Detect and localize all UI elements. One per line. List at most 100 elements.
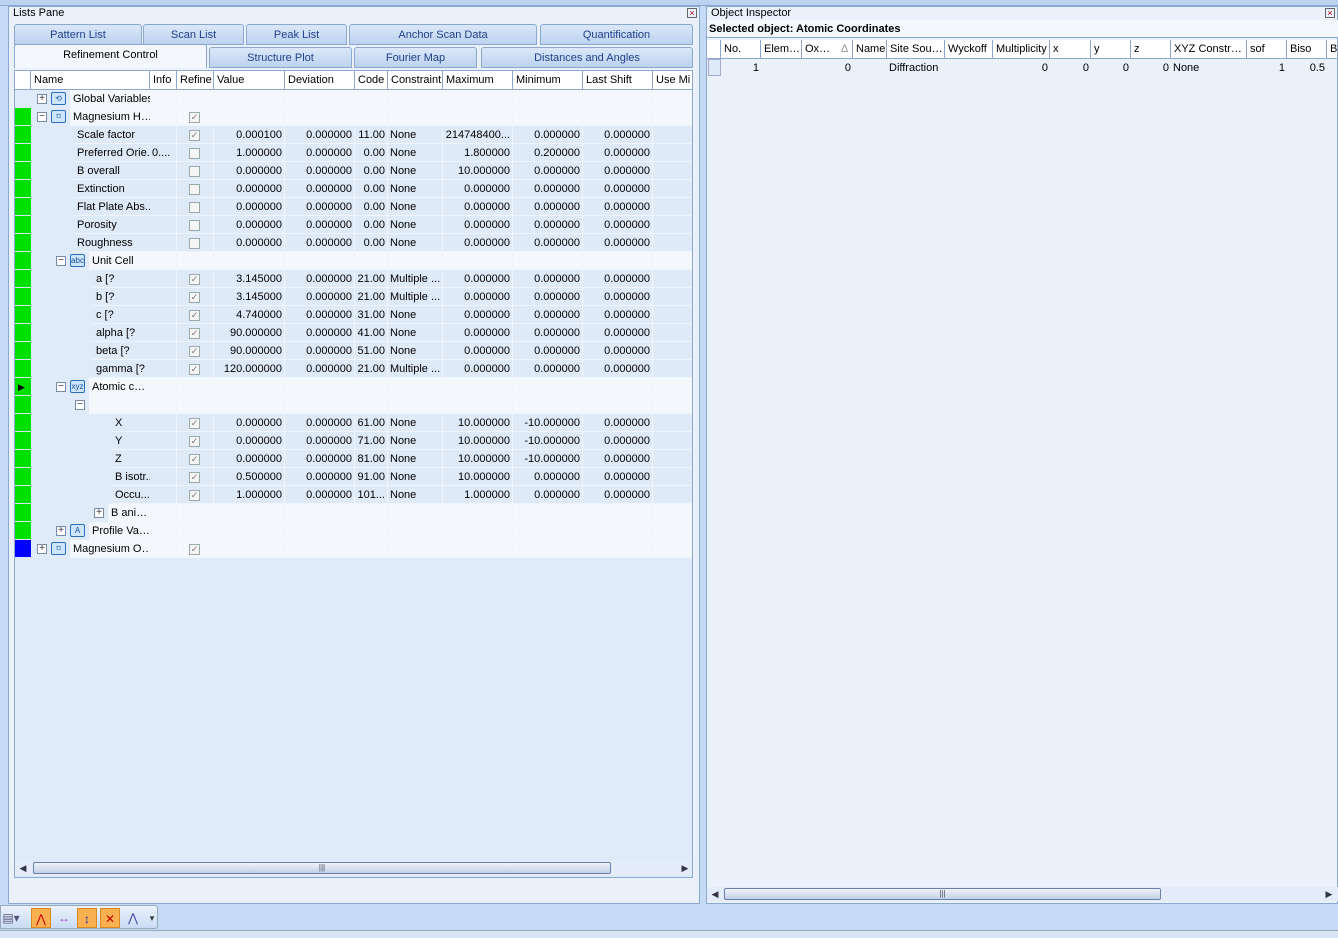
close-icon[interactable]: × (687, 8, 697, 18)
delete-peak-icon[interactable]: ✕ (100, 908, 120, 928)
refine-checkbox[interactable]: ✓ (189, 472, 200, 483)
refine-cell[interactable]: ✓ (177, 270, 214, 288)
refine-checkbox[interactable]: ✓ (189, 454, 200, 465)
refine-checkbox[interactable]: ✓ (189, 364, 200, 375)
profile-icon[interactable]: ⋀ (123, 908, 143, 928)
refine-checkbox[interactable] (189, 166, 200, 177)
refine-cell[interactable]: ✓ (177, 324, 214, 342)
column-header-last-shift[interactable]: Last Shift (583, 71, 653, 90)
horizontal-scrollbar[interactable]: ◀ ||| ▶ (15, 861, 692, 875)
inspector-horizontal-scrollbar[interactable]: ◀ ||| ▶ (707, 887, 1338, 901)
table-row[interactable]: beta [? ✓ 90.000000 0.000000 51.00 None 0.0000… (15, 342, 692, 360)
refine-checkbox[interactable]: ✓ (189, 544, 200, 555)
column-header[interactable]: Wyckoff (945, 40, 993, 59)
column-header[interactable]: No. (721, 40, 761, 59)
expand-icon[interactable]: + (37, 94, 47, 104)
refine-checkbox[interactable]: ✓ (189, 346, 200, 357)
refine-checkbox[interactable]: ✓ (189, 274, 200, 285)
table-row[interactable]: ▶ − xyz Atomic c… (15, 378, 692, 396)
refine-cell[interactable] (177, 378, 214, 396)
close-icon[interactable]: × (1325, 8, 1335, 18)
column-header[interactable]: y (1091, 40, 1131, 59)
refine-cell[interactable]: ✓ (177, 468, 214, 486)
column-header-refine[interactable]: Refine (177, 71, 214, 90)
tab-quantification[interactable]: Quantification (540, 24, 693, 45)
table-row[interactable]: + ⟲ Global Variables (15, 90, 692, 108)
refine-cell[interactable] (177, 504, 214, 522)
column-header-name[interactable]: Name (31, 71, 150, 90)
column-header-constraint[interactable]: Constraint (388, 71, 443, 90)
column-header[interactable]: sof (1247, 40, 1287, 59)
column-header[interactable]: Site Sou… (887, 40, 945, 59)
refine-cell[interactable]: ✓ (177, 126, 214, 144)
table-row[interactable]: a [? ✓ 3.145000 0.000000 21.00 Multiple ... 0.… (15, 270, 692, 288)
tab-anchor-scan-data[interactable]: Anchor Scan Data (349, 24, 537, 45)
refine-cell[interactable] (177, 522, 214, 540)
column-header[interactable]: B (1327, 40, 1338, 59)
column-header[interactable]: Name (853, 40, 887, 59)
refine-checkbox[interactable]: ✓ (189, 292, 200, 303)
table-row[interactable]: − abc Unit Cell (15, 252, 692, 270)
collapse-icon[interactable]: − (75, 400, 85, 410)
column-header-use-mi[interactable]: Use Mi (653, 71, 692, 90)
refine-checkbox[interactable]: ✓ (189, 310, 200, 321)
refine-cell[interactable]: ✓ (177, 342, 214, 360)
column-header[interactable]: XYZ Constr… (1171, 40, 1247, 59)
column-header-code[interactable]: Code (355, 71, 388, 90)
column-header-value[interactable]: Value (214, 71, 285, 90)
tab-scan-list[interactable]: Scan List (143, 24, 244, 45)
refine-cell[interactable]: ✓ (177, 288, 214, 306)
refine-checkbox[interactable]: ✓ (189, 490, 200, 501)
refine-cell[interactable]: ✓ (177, 108, 214, 126)
column-header[interactable]: Ox… ∆ (802, 40, 853, 59)
peak-width-icon[interactable]: ↔ (54, 908, 74, 928)
expand-icon[interactable]: + (94, 508, 104, 518)
refine-checkbox[interactable] (189, 238, 200, 249)
chart-dropdown-icon[interactable]: ▤▾ (1, 908, 21, 928)
tab-peak-list[interactable]: Peak List (246, 24, 347, 45)
refine-checkbox[interactable]: ✓ (189, 328, 200, 339)
table-row[interactable]: + ⌑ Magnesium O… ✓ (15, 540, 692, 558)
row-selector[interactable] (708, 59, 721, 76)
tab-fourier-map[interactable]: Fourier Map (354, 47, 477, 68)
refine-cell[interactable] (177, 198, 214, 216)
table-row[interactable]: B overall 0.000000 0.000000 0.00 None 10.0000… (15, 162, 692, 180)
refine-checkbox[interactable]: ✓ (189, 112, 200, 123)
refine-checkbox[interactable]: ✓ (189, 418, 200, 429)
column-header[interactable]: Biso (1287, 40, 1327, 59)
refine-checkbox[interactable] (189, 220, 200, 231)
scroll-left-icon[interactable]: ◀ (709, 887, 721, 901)
refine-cell[interactable]: ✓ (177, 486, 214, 504)
refine-checkbox[interactable] (189, 202, 200, 213)
table-row[interactable]: Preferred Orie... 0.... 1.000000 0.000000 0.… (15, 144, 692, 162)
refine-checkbox[interactable] (189, 184, 200, 195)
table-row[interactable]: − ⌑ Magnesium H… ✓ (15, 108, 692, 126)
refine-cell[interactable]: ✓ (177, 306, 214, 324)
column-header[interactable]: Elem… (761, 40, 802, 59)
table-row[interactable]: alpha [? ✓ 90.000000 0.000000 41.00 None 0.000… (15, 324, 692, 342)
tab-pattern-list[interactable]: Pattern List (14, 24, 142, 45)
refine-cell[interactable] (177, 234, 214, 252)
table-row[interactable]: Flat Plate Abs... 0.000000 0.000000 0.00 Non… (15, 198, 692, 216)
tab-distances-and-angles[interactable]: Distances and Angles (481, 47, 693, 68)
expand-icon[interactable]: + (37, 544, 47, 554)
refine-checkbox[interactable] (189, 148, 200, 159)
refine-checkbox[interactable]: ✓ (189, 436, 200, 447)
refine-cell[interactable] (177, 180, 214, 198)
column-header-info[interactable]: Info (150, 71, 177, 90)
table-row[interactable]: + A Profile Va… (15, 522, 692, 540)
column-header[interactable]: x (1050, 40, 1091, 59)
table-row[interactable]: gamma [? ✓ 120.000000 0.000000 21.00 Multiple… (15, 360, 692, 378)
scroll-right-icon[interactable]: ▶ (1323, 887, 1335, 901)
refine-cell[interactable]: ✓ (177, 360, 214, 378)
table-row[interactable]: B isotr... ✓ 0.500000 0.000000 91.00 None 10.0… (15, 468, 692, 486)
scroll-thumb[interactable]: ||| (33, 862, 611, 874)
collapse-icon[interactable]: − (56, 382, 66, 392)
scroll-right-icon[interactable]: ▶ (679, 861, 691, 875)
table-row[interactable]: Porosity 0.000000 0.000000 0.00 None 0.000000… (15, 216, 692, 234)
scroll-thumb[interactable]: ||| (724, 888, 1161, 900)
collapse-icon[interactable]: − (56, 256, 66, 266)
collapse-icon[interactable]: − (37, 112, 47, 122)
table-row[interactable]: Scale factor ✓ 0.000100 0.000000 11.00 None 21… (15, 126, 692, 144)
tab-refinement-control[interactable]: Refinement Control (14, 44, 207, 68)
